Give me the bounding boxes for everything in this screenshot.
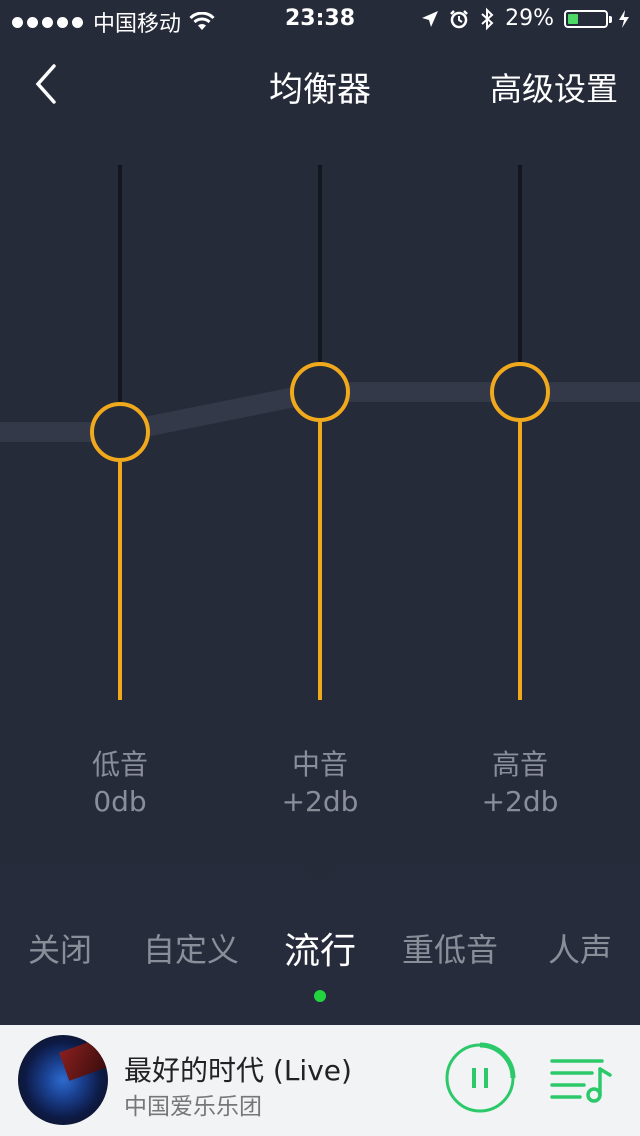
slider-knob-treble[interactable] — [490, 362, 550, 422]
battery-icon — [564, 9, 612, 28]
preset-off[interactable]: 关闭 — [28, 925, 92, 971]
pause-icon — [472, 1068, 488, 1088]
album-art[interactable] — [18, 1035, 108, 1125]
preset-vocal[interactable]: 人声 — [548, 925, 612, 971]
selected-indicator — [314, 990, 326, 1002]
advanced-settings-button[interactable]: 高级设置 — [490, 64, 618, 110]
nav-header: 均衡器 高级设置 — [0, 40, 640, 130]
band-label-treble: 高音 — [491, 748, 548, 781]
song-title: 最好的时代 (Live) — [124, 1054, 352, 1087]
playlist-icon — [550, 1059, 612, 1103]
slider-knob-bass[interactable] — [90, 402, 150, 462]
bluetooth-icon — [481, 7, 494, 30]
preset-custom[interactable]: 自定义 — [143, 925, 239, 971]
slider-knob-mid[interactable] — [290, 362, 350, 422]
band-label-bass: 低音 — [91, 748, 148, 781]
selector-pointer — [300, 865, 340, 883]
band-value-mid: +2db — [281, 785, 359, 818]
equalizer-panel: 低音 0db 中音 +2db 高音 +2db — [0, 130, 640, 865]
preset-pop[interactable]: 流行 — [284, 922, 356, 974]
band-label-mid: 中音 — [291, 748, 348, 781]
status-bar: 中国移动 23:38 29% — [0, 0, 640, 40]
pause-button[interactable] — [444, 1042, 516, 1114]
band-value-bass: 0db — [93, 785, 147, 818]
playlist-button[interactable] — [550, 1055, 612, 1105]
alarm-icon — [450, 9, 468, 28]
charging-icon — [619, 9, 629, 28]
band-value-treble: +2db — [481, 785, 559, 818]
artist-name: 中国爱乐乐团 — [124, 1094, 262, 1120]
location-icon — [422, 10, 439, 27]
battery-percentage: 29% — [505, 6, 554, 31]
preset-selector: 关闭 自定义 流行 重低音 人声 — [0, 865, 640, 1025]
mini-player[interactable]: 最好的时代 (Live) 中国爱乐乐团 — [0, 1025, 640, 1136]
preset-bass-boost[interactable]: 重低音 — [402, 925, 498, 971]
